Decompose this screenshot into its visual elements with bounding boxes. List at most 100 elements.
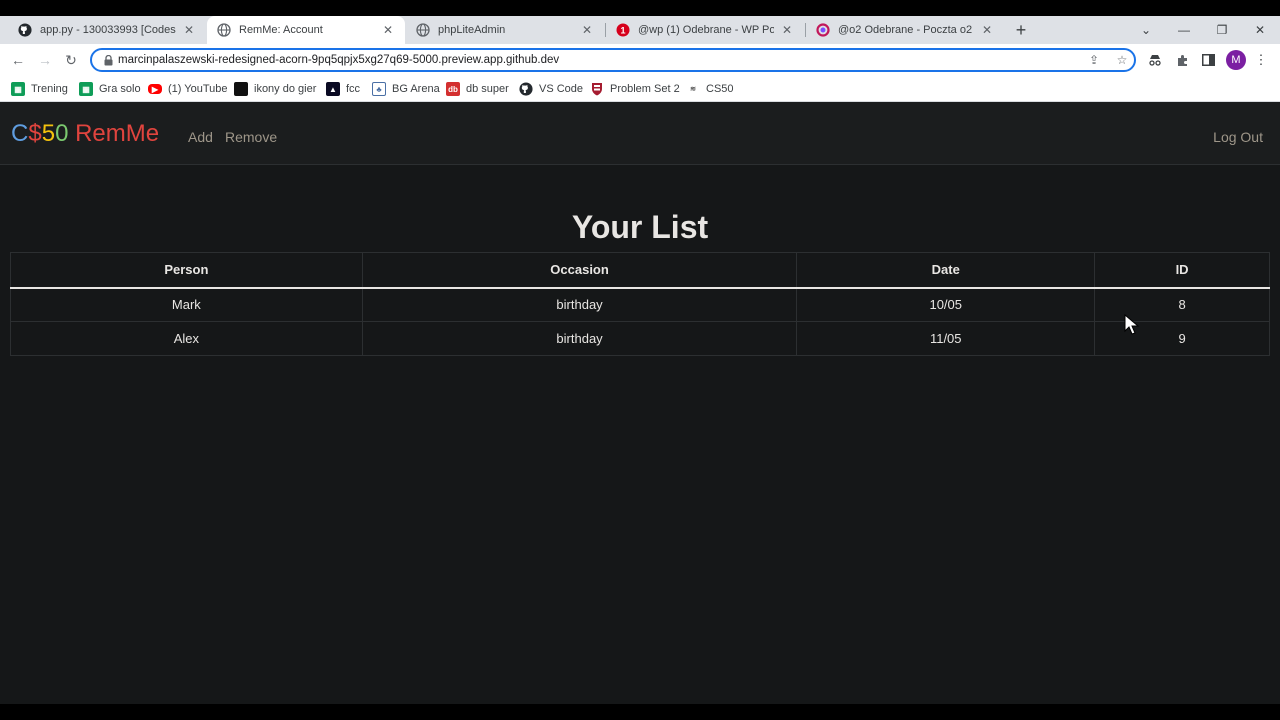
close-icon[interactable]: ✕	[381, 23, 395, 37]
bookmark-fcc[interactable]: ▲ fcc	[326, 80, 360, 98]
bookmark-label: BG Arena	[392, 83, 440, 95]
logout-link[interactable]: Log Out	[1213, 129, 1263, 145]
top-border	[0, 0, 1280, 16]
bookmark-label: Gra solo	[99, 83, 141, 95]
bookmark-label: CS50	[706, 83, 734, 95]
globe-icon	[416, 23, 430, 37]
square-icon	[234, 82, 248, 96]
cell-occasion: birthday	[361, 287, 798, 322]
column-header-occasion: Occasion	[361, 252, 798, 289]
sheets-icon: ▦	[11, 82, 25, 96]
wp-mail-icon: 1	[616, 23, 630, 37]
tab-search-icon[interactable]: ⌄	[1127, 16, 1165, 44]
db-icon: db	[446, 82, 460, 96]
restore-icon[interactable]: ❐	[1203, 16, 1241, 44]
brand-name: RemMe	[75, 120, 160, 147]
tab-badge: 1	[620, 26, 625, 36]
cell-id: 9	[1094, 321, 1270, 356]
tab-title: app.py - 130033993 [Codespaces	[40, 24, 176, 36]
bookmark-label: (1) YouTube	[168, 83, 228, 95]
extensions-puzzle-icon[interactable]	[1173, 51, 1191, 69]
cell-person: Alex	[10, 321, 363, 356]
tab-app-py[interactable]: app.py - 130033993 [Codespaces ✕	[8, 16, 206, 44]
column-header-date: Date	[796, 252, 1096, 289]
tab-o2-poczta[interactable]: @o2 Odebrane - Poczta o2 ✕	[806, 16, 1004, 44]
table-row: Mark birthday 10/05 8	[10, 287, 1270, 322]
bookmark-label: VS Code	[539, 83, 584, 95]
harvard-shield-icon	[590, 82, 604, 96]
fcc-icon: ▲	[326, 82, 340, 96]
forward-icon[interactable]: →	[36, 51, 54, 69]
url-text[interactable]: marcinpalaszewski-redesigned-acorn-9pq5q…	[118, 52, 559, 68]
bookmark-bg-arena[interactable]: ♣ BG Arena	[372, 80, 440, 98]
github-icon	[519, 82, 533, 96]
bookmark-ikony-do-gier[interactable]: ikony do gier	[234, 80, 316, 98]
app-navbar: C$50 RemMe Add Remove Log Out	[0, 102, 1280, 165]
bookmark-trening[interactable]: ▦ Trening	[11, 80, 68, 98]
bookmark-cs50[interactable]: ≋ CS50	[686, 80, 734, 98]
reload-icon[interactable]: ↻	[62, 51, 80, 69]
close-icon[interactable]: ✕	[182, 23, 196, 37]
table-header-row: Person Occasion Date ID	[10, 252, 1270, 289]
screen: app.py - 130033993 [Codespaces ✕ RemMe: …	[0, 0, 1280, 720]
close-icon[interactable]: ✕	[980, 23, 994, 37]
column-header-id: ID	[1094, 252, 1270, 289]
address-bar[interactable]: marcinpalaszewski-redesigned-acorn-9pq5q…	[90, 48, 1136, 72]
bookmark-db-super[interactable]: db db super	[446, 80, 509, 98]
tab-strip: app.py - 130033993 [Codespaces ✕ RemMe: …	[0, 16, 1280, 44]
youtube-icon: ▶	[148, 84, 162, 94]
share-icon[interactable]: ⇪	[1086, 52, 1102, 68]
o2-mail-icon	[816, 23, 830, 37]
mouse-cursor-icon	[1124, 314, 1140, 335]
reminders-table: Person Occasion Date ID Mark birthday 10…	[10, 252, 1270, 356]
brand-dollar: $	[28, 120, 42, 147]
nav-add-link[interactable]: Add	[188, 129, 213, 145]
globe-icon	[217, 23, 231, 37]
tab-remme-account[interactable]: RemMe: Account ✕	[207, 16, 405, 44]
tab-title: RemMe: Account	[239, 24, 323, 36]
bookmarks-bar: ▦ Trening ▦ Gra solo ▶ (1) YouTube ikony…	[0, 76, 1280, 102]
bookmark-label: db super	[466, 83, 509, 95]
brand-c: C	[11, 120, 29, 147]
bga-icon: ♣	[372, 82, 386, 96]
tab-wp-poczta[interactable]: 1 @wp (1) Odebrane - WP Poczta ✕	[606, 16, 804, 44]
tab-phpliteadmin[interactable]: phpLiteAdmin ✕	[406, 16, 604, 44]
close-icon[interactable]: ✕	[580, 23, 594, 37]
cell-person: Mark	[10, 287, 363, 322]
bookmark-label: fcc	[346, 83, 361, 95]
sheets-icon: ▦	[79, 82, 93, 96]
tab-title: @o2 Odebrane - Poczta o2	[838, 24, 973, 36]
side-panel-icon[interactable]	[1199, 51, 1217, 69]
bookmark-gra-solo[interactable]: ▦ Gra solo	[79, 80, 141, 98]
close-icon[interactable]: ✕	[780, 23, 794, 37]
table-row: Alex birthday 11/05 9	[10, 321, 1270, 356]
page-title: Your List	[571, 209, 709, 245]
lock-icon[interactable]	[102, 53, 114, 67]
bookmark-star-icon[interactable]: ☆	[1114, 52, 1130, 68]
new-tab-button[interactable]: +	[1012, 21, 1030, 39]
profile-avatar[interactable]: M	[1226, 50, 1246, 70]
bookmark-vs-code[interactable]: VS Code	[519, 80, 583, 98]
bookmark-problem-set-2[interactable]: Problem Set 2	[590, 80, 680, 98]
github-icon	[18, 23, 32, 37]
window-close-icon[interactable]: ✕	[1241, 16, 1279, 44]
tab-title: @wp (1) Odebrane - WP Poczta	[638, 24, 774, 36]
cell-date: 11/05	[796, 321, 1096, 356]
column-header-person: Person	[10, 252, 363, 289]
chrome-menu-icon[interactable]: ⋮	[1252, 51, 1270, 69]
nav-remove-link[interactable]: Remove	[225, 129, 277, 145]
bookmark-youtube[interactable]: ▶ (1) YouTube	[148, 80, 228, 98]
brand-five: 5	[41, 120, 56, 147]
brand-zero: 0	[55, 120, 69, 147]
incognito-extension-icon[interactable]	[1146, 51, 1164, 69]
cell-id: 8	[1094, 287, 1270, 322]
tab-title: phpLiteAdmin	[438, 24, 506, 36]
back-icon[interactable]: ←	[9, 51, 27, 69]
bottom-border	[0, 704, 1280, 720]
bookmark-label: Trening	[31, 83, 68, 95]
cell-occasion: birthday	[361, 321, 798, 356]
cell-date: 10/05	[796, 287, 1096, 322]
brand-logo[interactable]: C$50 RemMe	[11, 120, 159, 148]
bookmark-label: ikony do gier	[254, 83, 317, 95]
minimize-icon[interactable]: —	[1165, 16, 1203, 44]
